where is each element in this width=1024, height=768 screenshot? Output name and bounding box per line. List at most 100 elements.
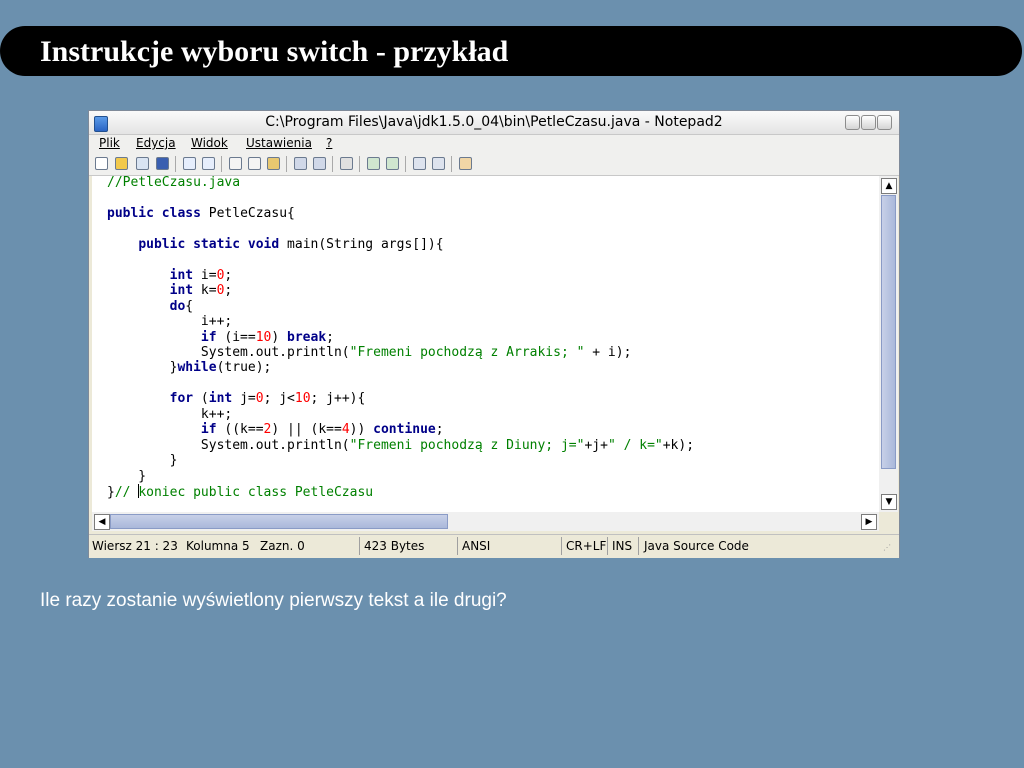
word-wrap-icon[interactable] bbox=[340, 157, 353, 170]
code-line[interactable]: if (i==10) break; bbox=[107, 330, 334, 345]
code-token: ; bbox=[224, 267, 233, 283]
status-column: Kolumna 5 bbox=[186, 539, 250, 553]
code-token: PetleCzasu{ bbox=[200, 205, 295, 221]
undo-icon[interactable] bbox=[183, 157, 196, 170]
code-line[interactable]: for (int j=0; j<10; j++){ bbox=[107, 391, 366, 407]
scroll-down-arrow-icon[interactable]: ▼ bbox=[881, 494, 897, 510]
exit-icon[interactable] bbox=[459, 157, 472, 170]
code-line[interactable]: public class PetleCzasu{ bbox=[107, 206, 295, 221]
code-token: do bbox=[169, 298, 186, 314]
close-button[interactable] bbox=[877, 115, 892, 130]
menu-plik[interactable]: Plik bbox=[99, 136, 120, 150]
code-token: } bbox=[107, 485, 115, 501]
status-selection: Zazn. 0 bbox=[260, 539, 305, 553]
code-token: public bbox=[138, 236, 186, 252]
resize-grip-icon[interactable]: ⋰ bbox=[883, 543, 891, 552]
code-token: " / k=" bbox=[607, 437, 663, 453]
code-line[interactable]: do{ bbox=[107, 299, 193, 314]
code-line[interactable]: public static void main(String args[]){ bbox=[107, 236, 443, 252]
code-line[interactable]: }// koniec public class PetleCzasu bbox=[107, 484, 374, 501]
status-language: Java Source Code bbox=[644, 539, 749, 553]
code-token: 0 bbox=[255, 391, 264, 407]
code-token: "Fremeni pochodzą z Diuny; j=" bbox=[349, 437, 585, 453]
code-token: ) bbox=[271, 329, 288, 345]
code-line[interactable]: } bbox=[107, 453, 178, 469]
code-token: i++; bbox=[107, 314, 233, 330]
menu-help[interactable]: ? bbox=[326, 136, 332, 150]
code-token: k++; bbox=[107, 406, 233, 422]
code-token: break bbox=[287, 329, 327, 345]
horizontal-scrollbar[interactable]: ◀ ▶ bbox=[92, 512, 879, 531]
window-titlebar[interactable]: C:\Program Files\Java\jdk1.5.0_04\bin\Pe… bbox=[89, 111, 899, 135]
menu-ustawienia[interactable]: Ustawienia bbox=[246, 136, 312, 150]
code-line[interactable]: if ((k==2) || (k==4)) continue; bbox=[107, 422, 444, 437]
scroll-up-arrow-icon[interactable]: ▲ bbox=[881, 178, 897, 194]
minimize-button[interactable] bbox=[845, 115, 860, 130]
slide-title: Instrukcje wyboru switch - przykład bbox=[40, 35, 509, 68]
status-line-endings: CR+LF bbox=[566, 539, 607, 553]
zoom-in-icon[interactable] bbox=[367, 157, 380, 170]
code-token: } bbox=[107, 468, 147, 484]
code-token: int bbox=[169, 267, 194, 283]
vertical-scroll-thumb[interactable] bbox=[881, 195, 896, 469]
code-token: if bbox=[200, 422, 217, 438]
status-size: 423 Bytes bbox=[364, 539, 425, 553]
scroll-right-arrow-icon[interactable]: ▶ bbox=[861, 514, 877, 530]
copy-icon[interactable] bbox=[248, 157, 261, 170]
code-line[interactable]: System.out.println("Fremeni pochodzą z A… bbox=[107, 344, 632, 360]
code-token: int bbox=[169, 283, 194, 299]
replace-icon[interactable] bbox=[313, 157, 326, 170]
browse-icon[interactable] bbox=[136, 157, 149, 170]
code-line[interactable]: }while(true); bbox=[107, 360, 272, 375]
new-file-icon[interactable] bbox=[95, 157, 108, 170]
menu-edycja[interactable]: Edycja bbox=[136, 136, 176, 150]
code-editor[interactable]: //PetleCzasu.java public class PetleCzas… bbox=[92, 176, 879, 512]
code-token: static bbox=[193, 236, 241, 252]
code-token: int bbox=[208, 391, 233, 407]
code-token: +k); bbox=[662, 437, 695, 453]
paste-icon[interactable] bbox=[267, 157, 280, 170]
notepad2-window: C:\Program Files\Java\jdk1.5.0_04\bin\Pe… bbox=[88, 110, 900, 558]
code-token: System.out.println( bbox=[107, 437, 350, 453]
code-line[interactable]: int k=0; bbox=[107, 283, 233, 299]
open-folder-icon[interactable] bbox=[115, 157, 128, 170]
code-token: ( bbox=[193, 391, 209, 407]
code-token: } bbox=[107, 453, 178, 469]
code-text[interactable]: //PetleCzasu.java public class PetleCzas… bbox=[107, 176, 694, 501]
save-icon[interactable] bbox=[156, 157, 169, 170]
code-token: ((k== bbox=[216, 422, 264, 438]
maximize-button[interactable] bbox=[861, 115, 876, 130]
vertical-scrollbar[interactable]: ▲ ▼ bbox=[879, 176, 898, 512]
code-token: ; bbox=[326, 329, 334, 345]
code-line[interactable]: //PetleCzasu.java bbox=[107, 176, 240, 190]
status-mode: INS bbox=[612, 539, 633, 553]
find-icon[interactable] bbox=[294, 157, 307, 170]
code-line[interactable]: int i=0; bbox=[107, 267, 233, 283]
menu-widok[interactable]: Widok bbox=[191, 136, 228, 150]
cut-icon[interactable] bbox=[229, 157, 242, 170]
code-token: System.out.println( bbox=[107, 344, 350, 360]
redo-icon[interactable] bbox=[202, 157, 215, 170]
code-token: //PetleCzasu.java bbox=[107, 176, 241, 190]
code-token: koniec public class PetleCzasu bbox=[138, 485, 374, 501]
font-icon[interactable] bbox=[432, 157, 445, 170]
code-token: +j+ bbox=[584, 437, 608, 453]
code-line[interactable]: System.out.println("Fremeni pochodzą z D… bbox=[107, 438, 694, 453]
code-line[interactable]: } bbox=[107, 469, 146, 484]
code-line[interactable]: i++; bbox=[107, 314, 232, 329]
scroll-left-arrow-icon[interactable]: ◀ bbox=[94, 514, 110, 530]
code-token: ; bbox=[435, 422, 444, 438]
code-token: ; j< bbox=[263, 391, 295, 407]
code-line[interactable]: k++; bbox=[107, 407, 232, 422]
menu-bar: Plik Edycja Widok Ustawienia ? bbox=[89, 135, 899, 153]
code-token: ; bbox=[224, 283, 233, 299]
zoom-out-icon[interactable] bbox=[386, 157, 399, 170]
status-bar: Wiersz 21 : 23 Kolumna 5 Zazn. 0 423 Byt… bbox=[89, 534, 899, 558]
horizontal-scroll-thumb[interactable] bbox=[110, 514, 448, 529]
scheme-icon[interactable] bbox=[413, 157, 426, 170]
